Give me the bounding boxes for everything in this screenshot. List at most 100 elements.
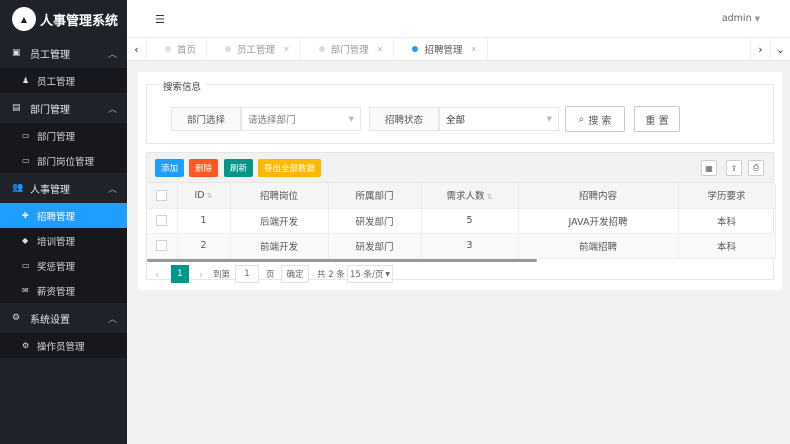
cell-content: JAVA开发招聘	[518, 208, 679, 234]
nav-group-header-settings[interactable]: ⚙ 系统设置 ︿	[0, 303, 127, 333]
nav-group-header-hr[interactable]: 👥 人事管理 ︿	[0, 173, 127, 203]
tab-dot-icon	[318, 46, 325, 52]
sidebar-item-label: 薪资管理	[37, 286, 76, 298]
cell-id: 1	[177, 208, 231, 234]
next-page-icon[interactable]: ›	[199, 265, 203, 283]
close-icon[interactable]: ✕	[470, 45, 477, 54]
id-badge-icon: ▤	[12, 103, 21, 113]
tab-label: 部门管理	[330, 45, 369, 56]
sidebar-item-department-management[interactable]: ▭ 部门管理	[0, 123, 127, 148]
status-select[interactable]: 全部 ▼	[439, 107, 559, 131]
reset-button[interactable]: 重 置	[634, 106, 680, 132]
select-all-checkbox[interactable]	[156, 189, 168, 201]
sidebar-item-label: 部门岗位管理	[37, 156, 95, 168]
menu-toggle-icon[interactable]: ☰	[155, 13, 165, 26]
table-row[interactable]: 1 后端开发 研发部门 5 JAVA开发招聘 本科	[147, 208, 776, 234]
delete-button[interactable]: 删除	[189, 159, 219, 177]
sidebar: ▲ 人事管理系统 ▣ 员工管理 ︿ ♟ 员工管理 ▤ 部门管理 ︿ ▭ 部门管理	[0, 0, 127, 444]
sidebar-item-employee-management[interactable]: ♟ 员工管理	[0, 68, 127, 93]
content-panel: 搜索信息 部门选择 请选择部门 ▼ 招聘状态 全部 ▼ ⌕ 搜 索 重 置 添加…	[138, 72, 782, 290]
sort-icon[interactable]: ⇅	[487, 193, 493, 201]
page-current[interactable]: 1	[171, 265, 189, 283]
sidebar-item-label: 培训管理	[37, 236, 76, 248]
nav-group-header-department[interactable]: ▤ 部门管理 ︿	[0, 93, 127, 123]
column-header-label: ID	[194, 189, 205, 201]
nav-group-label: 系统设置	[30, 314, 70, 326]
columns-filter-icon[interactable]: ▦	[701, 160, 717, 176]
sort-icon[interactable]: ⇅	[207, 192, 213, 200]
row-checkbox[interactable]	[156, 215, 168, 226]
department-select[interactable]: 请选择部门 ▼	[241, 107, 361, 131]
tab-recruitment[interactable]: 招聘管理 ✕	[394, 37, 489, 61]
column-header-id[interactable]: ID ⇅	[177, 183, 231, 209]
prev-page-icon[interactable]: ‹	[155, 265, 159, 283]
sidebar-item-training[interactable]: ◆ 培训管理	[0, 228, 127, 253]
tabs-bar: ‹ 首页 员工管理 ✕ 部门管理 ✕ 招聘管理 ✕ › ⌄	[127, 37, 790, 61]
user-menu[interactable]: admin ▼	[722, 13, 760, 24]
status-label: 招聘状态	[369, 107, 439, 131]
sidebar-item-operator[interactable]: ⚙ 操作员管理	[0, 333, 127, 358]
tab-employee[interactable]: 员工管理 ✕	[207, 37, 301, 61]
nav-group-employee: ▣ 员工管理 ︿ ♟ 员工管理	[0, 38, 127, 93]
recruitment-table: ID ⇅ 招聘岗位 所属部门 需求人数 ⇅ 招聘内容 学历要求 1 后端开发 研发部…	[147, 183, 776, 259]
goto-confirm-button[interactable]: 确定	[281, 265, 309, 283]
tab-label: 首页	[177, 45, 197, 56]
cell-position: 前端开发	[230, 233, 329, 259]
tabs-scroll-right-icon[interactable]: ›	[750, 37, 770, 61]
table-row[interactable]: 2 前端开发 研发部门 3 前端招聘 本科	[147, 233, 776, 259]
tabs-scroll-left-icon[interactable]: ‹	[127, 37, 147, 61]
page-size-select[interactable]: 15 条/页 ▼	[347, 265, 393, 283]
tab-dot-icon	[225, 46, 232, 52]
search-button-label: 搜 索	[588, 115, 612, 127]
close-icon[interactable]: ✕	[283, 45, 290, 54]
export-all-button[interactable]: 导出全部数据	[258, 159, 322, 177]
print-icon[interactable]: ⎙	[748, 160, 764, 176]
search-fieldset: 搜索信息 部门选择 请选择部门 ▼ 招聘状态 全部 ▼ ⌕ 搜 索 重 置	[146, 79, 774, 144]
search-button[interactable]: ⌕ 搜 索	[565, 106, 625, 132]
top-header: ☰ admin ▼	[127, 0, 790, 38]
chevron-up-icon: ︿	[107, 185, 117, 195]
sidebar-item-label: 操作员管理	[37, 341, 85, 353]
column-header-department: 所属部门	[328, 183, 422, 209]
nav-group-label: 人事管理	[30, 184, 70, 196]
row-select-cell[interactable]	[147, 208, 178, 234]
page-size-value: 15 条/页	[349, 270, 384, 280]
cell-id: 2	[177, 233, 231, 259]
tab-department[interactable]: 部门管理 ✕	[301, 37, 395, 61]
card-icon: ▭	[22, 156, 30, 165]
sidebar-item-department-position[interactable]: ▭ 部门岗位管理	[0, 148, 127, 173]
goto-page-input[interactable]: 1	[235, 265, 259, 283]
nav-group-department: ▤ 部门管理 ︿ ▭ 部门管理 ▭ 部门岗位管理	[0, 93, 127, 173]
caret-down-icon: ▼	[546, 115, 552, 123]
export-icon[interactable]: ⇪	[726, 160, 742, 176]
horizontal-scrollbar[interactable]	[147, 259, 537, 262]
sidebar-item-salary[interactable]: ✉ 薪资管理	[0, 278, 127, 303]
refresh-button[interactable]: 刷新	[224, 159, 254, 177]
page-unit-label: 页	[266, 270, 275, 280]
cell-headcount: 5	[421, 208, 519, 234]
close-icon[interactable]: ✕	[377, 45, 384, 54]
caret-down-icon: ▼	[385, 270, 390, 278]
users-icon: 👥	[12, 183, 24, 193]
row-select-cell[interactable]	[147, 233, 178, 259]
nav-group-label: 部门管理	[30, 104, 70, 116]
column-header-headcount[interactable]: 需求人数 ⇅	[421, 183, 519, 209]
select-all-cell[interactable]	[147, 183, 178, 209]
sidebar-item-rewards[interactable]: ▭ 奖惩管理	[0, 253, 127, 278]
tab-home[interactable]: 首页	[147, 37, 208, 61]
sidebar-item-label: 部门管理	[37, 131, 76, 143]
column-header-position: 招聘岗位	[230, 183, 329, 209]
logo: ▲ 人事管理系统	[0, 0, 127, 38]
cell-position: 后端开发	[230, 208, 329, 234]
nav-group-header-employee[interactable]: ▣ 员工管理 ︿	[0, 38, 127, 68]
row-checkbox[interactable]	[156, 240, 168, 251]
total-count: 共 2 条	[317, 270, 345, 280]
tabs-menu-chevron-down-icon[interactable]: ⌄	[770, 37, 790, 61]
chevron-up-icon: ︿	[107, 50, 117, 60]
sidebar-item-recruitment[interactable]: ✚ 招聘管理	[0, 203, 127, 228]
add-button[interactable]: 添加	[155, 159, 185, 177]
cell-content: 前端招聘	[518, 233, 679, 259]
cell-department: 研发部门	[328, 208, 422, 234]
id-card-icon: ▣	[12, 48, 21, 58]
person-icon: ♟	[22, 76, 30, 85]
